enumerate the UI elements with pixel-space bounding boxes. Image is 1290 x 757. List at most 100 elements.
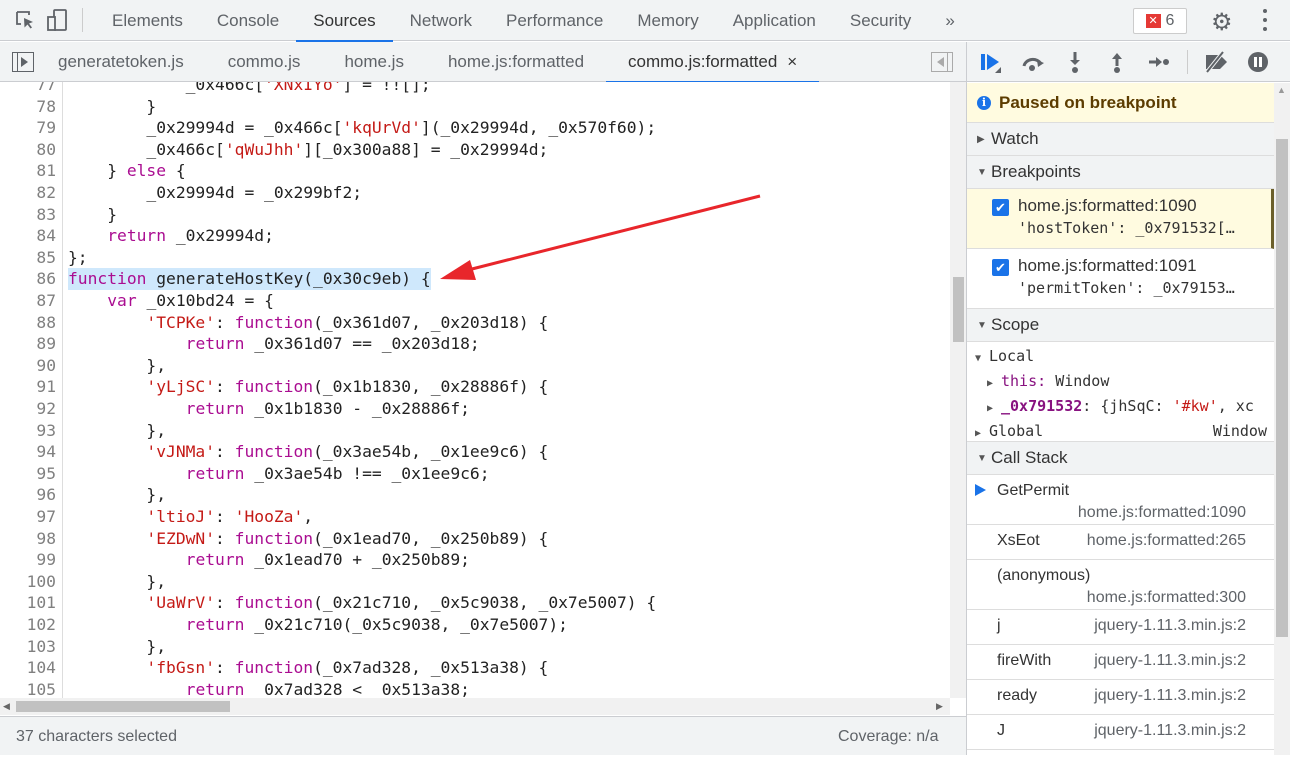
file-tab[interactable]: home.js:formatted: [426, 42, 606, 82]
line-number[interactable]: 93: [0, 420, 56, 442]
code-text[interactable]: _0x29994d = _0x299bf2;: [68, 182, 362, 204]
line-number[interactable]: 91: [0, 376, 56, 398]
code-text[interactable]: return _0x3ae54b !== _0x1ee9c6;: [68, 463, 490, 485]
scroll-thumb[interactable]: [16, 701, 230, 712]
call-frame[interactable]: ready jquery-1.11.3.min.js:2: [967, 680, 1274, 715]
breakpoint-checkbox[interactable]: ✔: [992, 259, 1009, 276]
breakpoint-location[interactable]: home.js:formatted:1090: [1018, 196, 1197, 216]
line-number[interactable]: 79: [0, 117, 56, 139]
close-tab-icon[interactable]: ×: [787, 52, 797, 71]
toggle-debugger-icon[interactable]: [931, 52, 953, 72]
line-number[interactable]: 88: [0, 312, 56, 334]
scope-global[interactable]: ▶ Global Window: [975, 422, 1267, 440]
breakpoint-item[interactable]: ✔ home.js:formatted:1091 'permitToken': _0…: [967, 249, 1274, 309]
frame-location[interactable]: jquery-1.11.3.min.js:2: [1094, 722, 1246, 740]
step-over-icon[interactable]: [1019, 48, 1047, 76]
step-out-icon[interactable]: [1103, 48, 1131, 76]
scope-local[interactable]: ▼ Local: [975, 347, 1034, 365]
code-text[interactable]: 'UaWrV': function(_0x21c710, _0x5c9038, …: [68, 592, 656, 614]
frame-location[interactable]: jquery-1.11.3.min.js:2: [1094, 652, 1246, 670]
line-number[interactable]: 103: [0, 636, 56, 658]
editor-vertical-scrollbar[interactable]: [950, 82, 967, 698]
line-number[interactable]: 84: [0, 225, 56, 247]
line-number[interactable]: 83: [0, 204, 56, 226]
file-tab[interactable]: generatetoken.js: [36, 42, 206, 82]
code-text[interactable]: 'ltioJ': 'HooZa',: [68, 506, 313, 528]
tab-elements[interactable]: Elements: [95, 0, 200, 41]
call-frame[interactable]: (anonymous) home.js:formatted:300: [967, 560, 1274, 610]
tab-console[interactable]: Console: [200, 0, 296, 41]
code-text[interactable]: var _0x10bd24 = {: [68, 290, 274, 312]
tab-security[interactable]: Security: [833, 0, 928, 41]
sidebar-scrollbar[interactable]: ▲: [1274, 83, 1290, 755]
tab-memory[interactable]: Memory: [620, 0, 715, 41]
code-text[interactable]: 'TCPKe': function(_0x361d07, _0x203d18) …: [68, 312, 548, 334]
code-text[interactable]: },: [68, 355, 166, 377]
deactivate-breakpoints-icon[interactable]: [1202, 48, 1230, 76]
tab-network[interactable]: Network: [393, 0, 489, 41]
line-number[interactable]: 104: [0, 657, 56, 679]
line-number[interactable]: 82: [0, 182, 56, 204]
line-number[interactable]: 90: [0, 355, 56, 377]
code-text[interactable]: _0x466c['XNxIYo'] = !![];: [68, 82, 431, 96]
tab-performance[interactable]: Performance: [489, 0, 620, 41]
toggle-navigator-icon[interactable]: [12, 51, 34, 72]
inspect-element-icon[interactable]: [12, 7, 38, 33]
line-number[interactable]: 94: [0, 441, 56, 463]
file-tab[interactable]: home.js: [322, 42, 426, 82]
line-number[interactable]: 77: [0, 82, 56, 96]
call-frame[interactable]: XsEot home.js:formatted:265: [967, 525, 1274, 560]
frame-location[interactable]: jquery-1.11.3.min.js:2: [1094, 687, 1246, 705]
frame-location[interactable]: jquery-1.11.3.min.js:2: [1094, 617, 1246, 635]
more-tabs-button[interactable]: »: [928, 0, 971, 41]
line-number[interactable]: 81: [0, 160, 56, 182]
code-text[interactable]: },: [68, 420, 166, 442]
file-tab[interactable]: commo.js: [206, 42, 323, 82]
line-number[interactable]: 85: [0, 247, 56, 269]
line-number[interactable]: 89: [0, 333, 56, 355]
call-frame[interactable]: GetPermit home.js:formatted:1090: [967, 475, 1274, 525]
call-stack-section-header[interactable]: ▼ Call Stack: [967, 442, 1274, 475]
code-text[interactable]: return _0x7ad328 < _0x513a38;: [68, 679, 470, 698]
line-number[interactable]: 80: [0, 139, 56, 161]
line-number[interactable]: 100: [0, 571, 56, 593]
frame-location[interactable]: home.js:formatted:300: [1087, 589, 1246, 607]
watch-section-header[interactable]: ▶ Watch: [967, 123, 1274, 156]
scope-section-header[interactable]: ▼ Scope: [967, 309, 1274, 342]
line-number[interactable]: 78: [0, 96, 56, 118]
line-number[interactable]: 96: [0, 484, 56, 506]
line-number[interactable]: 102: [0, 614, 56, 636]
call-frame[interactable]: j jquery-1.11.3.min.js:2: [967, 610, 1274, 645]
code-text[interactable]: } else {: [68, 160, 185, 182]
file-tab[interactable]: commo.js:formatted ×: [606, 42, 820, 83]
breakpoint-item[interactable]: ✔ home.js:formatted:1090 'hostToken': _0x7…: [967, 189, 1274, 249]
step-icon[interactable]: [1145, 48, 1173, 76]
scroll-thumb[interactable]: [953, 277, 964, 342]
call-frame[interactable]: fireWith jquery-1.11.3.min.js:2: [967, 645, 1274, 680]
coverage-status[interactable]: Coverage: n/a: [838, 717, 939, 757]
code-text[interactable]: },: [68, 636, 166, 658]
scope-this[interactable]: ▶ this: Window: [987, 372, 1109, 390]
line-number[interactable]: 92: [0, 398, 56, 420]
code-text[interactable]: }: [68, 204, 117, 226]
more-options-icon[interactable]: [1262, 9, 1268, 31]
line-number[interactable]: 97: [0, 506, 56, 528]
code-text[interactable]: return _0x361d07 == _0x203d18;: [68, 333, 480, 355]
line-number[interactable]: 98: [0, 528, 56, 550]
line-number[interactable]: 86: [0, 268, 56, 290]
scope-variable[interactable]: ▶ _0x791532: {jhSqC: '#kw', xc: [987, 397, 1254, 415]
line-number[interactable]: 95: [0, 463, 56, 485]
code-text[interactable]: },: [68, 571, 166, 593]
code-text[interactable]: 'yLjSC': function(_0x1b1830, _0x28886f) …: [68, 376, 548, 398]
code-text[interactable]: }: [68, 96, 156, 118]
settings-gear-icon[interactable]: ⚙: [1211, 8, 1233, 37]
device-toolbar-icon[interactable]: [44, 7, 70, 33]
pause-on-exceptions-icon[interactable]: [1244, 48, 1272, 76]
editor-horizontal-scrollbar[interactable]: ◀ ▶: [0, 698, 950, 715]
code-editor[interactable]: 77 _0x466c['XNxIYo'] = !![]; 78 } 79 _0x29…: [0, 82, 967, 698]
breakpoints-section-header[interactable]: ▼ Breakpoints: [967, 156, 1274, 189]
call-frame[interactable]: Jjquery-1.11.3.min.js:2: [967, 715, 1274, 750]
frame-location[interactable]: home.js:formatted:265: [1087, 532, 1246, 550]
line-number[interactable]: 99: [0, 549, 56, 571]
code-text[interactable]: },: [68, 484, 166, 506]
